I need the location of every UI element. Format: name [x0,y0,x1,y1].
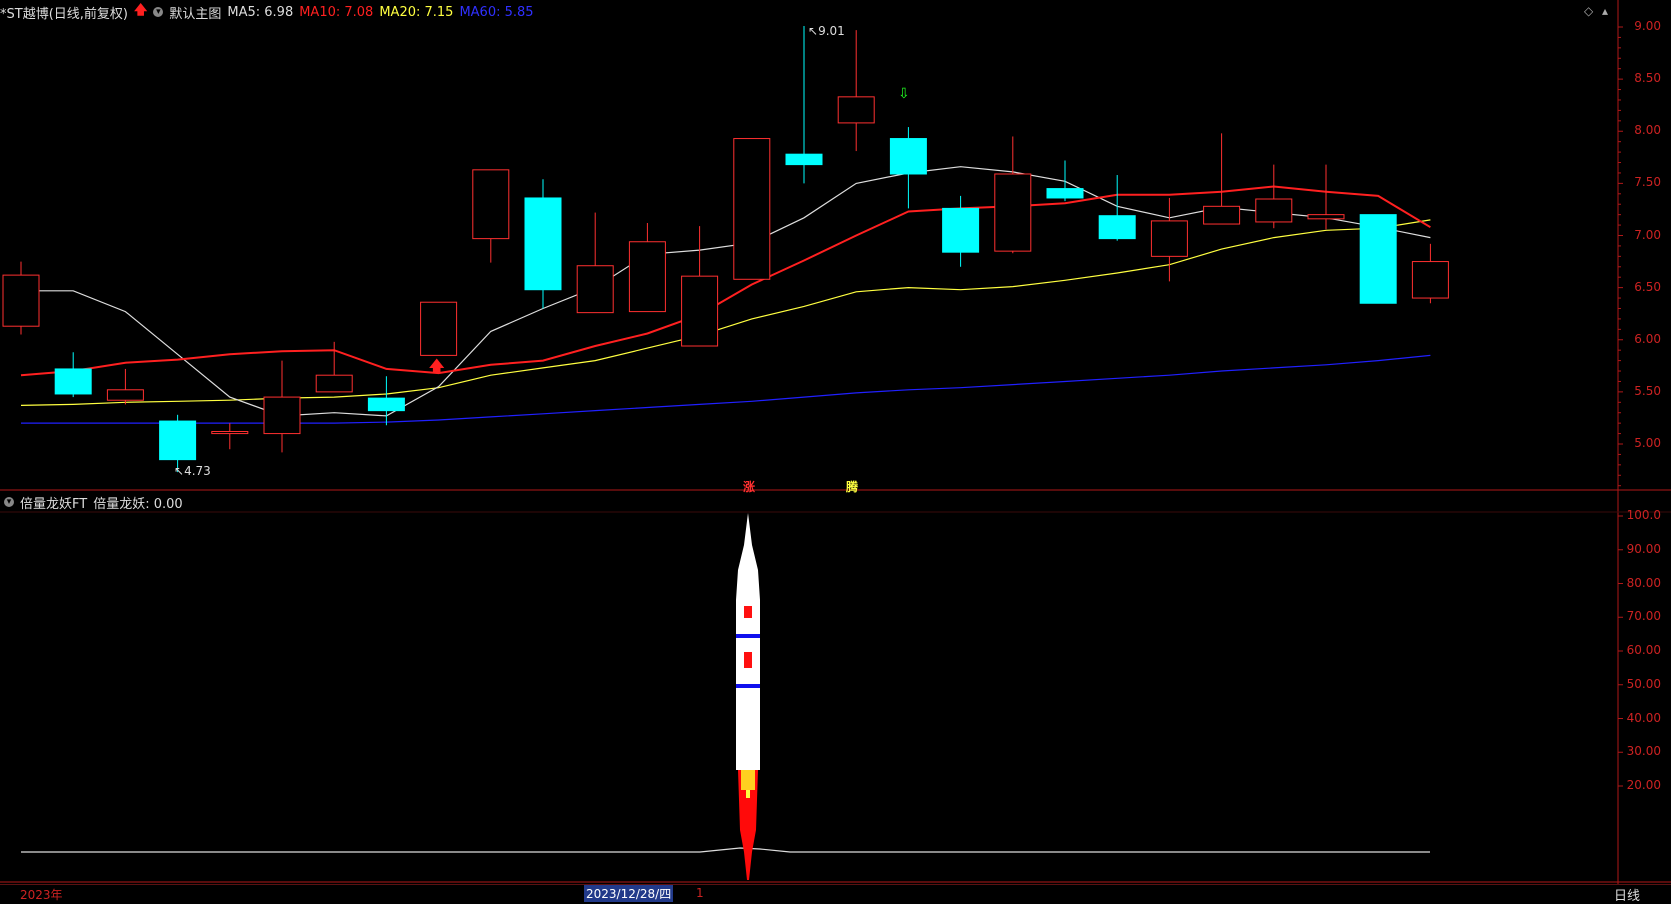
candle [942,195,980,267]
candle-body [1359,214,1397,304]
page-indicator: 1 [696,886,704,900]
candle [315,341,353,393]
price-tick-label: 6.00 [1634,331,1661,346]
rocket-band-upper [736,634,760,638]
candle [837,30,875,152]
candle-body [1098,215,1136,240]
rocket-window-upper [744,606,752,618]
candle [889,127,927,209]
candle [420,301,458,356]
indicator-baseline [21,847,1430,853]
zhang-marker: 涨 [743,480,756,494]
price-tick-label: 5.00 [1634,436,1661,450]
price-tick-label: 6.50 [1634,279,1661,294]
period-selector[interactable]: 日线 [1614,885,1640,904]
price-tick-label: 8.50 [1634,71,1661,86]
candle [367,376,405,426]
candle-body [837,96,875,124]
candle [1203,133,1241,225]
candle-body [785,153,823,166]
year-label: 2023年 [20,888,63,902]
indicator-tick-label: 80.00 [1626,575,1661,590]
candle [994,136,1032,254]
candle [1255,164,1293,229]
indicator-tick-label: 30.00 [1626,744,1661,759]
candle-body [472,169,510,240]
ma5-line [21,166,1431,417]
candle-body [1307,214,1345,220]
high-annotation: ↖9.01 [808,24,845,38]
candle-body [994,173,1032,252]
indicator-tick-label: 60.00 [1626,643,1661,657]
candle-body [733,138,771,280]
price-tick-label: 5.50 [1634,383,1661,398]
candle-body [367,397,405,412]
ma60-line [21,354,1431,424]
price-tick-label: 9.00 [1634,19,1661,33]
candle-body [2,274,40,327]
price-tick-label: 8.00 [1634,123,1661,138]
candle [1359,214,1397,304]
candle-body [1255,198,1293,223]
candle-body [889,138,927,175]
candle-body [628,241,666,313]
candle [733,138,771,280]
rocket-window-lower [744,652,752,668]
candle [472,169,510,263]
candle-body [942,207,980,253]
indicator-tick-label: 90.00 [1626,541,1661,556]
price-tick-label: 7.50 [1634,175,1661,190]
candle-body [1411,261,1449,299]
candle [576,212,614,314]
candle [681,226,719,347]
candle [628,222,666,313]
candle-body [576,265,614,314]
candle-body [420,301,458,356]
date-cursor-label: 2023/12/28/四 [584,885,674,902]
candle-body [524,197,562,291]
candle-body [211,430,249,435]
candle [1046,160,1084,202]
indicator-tick-label: 20.00 [1626,778,1661,792]
candle-body [1150,220,1188,257]
price-chart[interactable] [0,0,1671,884]
buy-up-arrow-icon: 🡅 [429,357,445,375]
candle-body [315,374,353,393]
candle [106,368,144,405]
rocket-flame-core [746,790,750,798]
price-tick-label: 7.00 [1634,227,1661,242]
sell-down-arrow-icon: ⇩ [898,86,910,102]
candle [2,261,40,335]
candle [1098,175,1136,241]
rocket-band-lower [736,684,760,688]
teng-marker: 腾 [846,480,859,494]
footer-bar: 2023年 2023/12/28/四 1 日线 [0,884,1671,904]
candle-body [681,275,719,347]
candle-body [54,368,92,395]
low-annotation: ↖4.73 [174,464,211,478]
indicator-tick-label: 100.0 [1626,508,1661,522]
candle [785,25,823,184]
candle [1150,197,1188,282]
ma20-line [20,219,1431,406]
candle-body [1203,205,1241,225]
indicator-tick-label: 70.00 [1626,609,1661,624]
candle-body [106,389,144,401]
candle [211,423,249,450]
indicator-tick-label: 40.00 [1626,710,1661,725]
candle-body [159,420,197,461]
candle [524,179,562,309]
rocket-flame [741,770,755,790]
candle-body [1046,188,1084,199]
candle [1411,243,1449,304]
candle [54,352,92,398]
candle [263,360,301,453]
indicator-tick-label: 50.00 [1626,676,1661,691]
rocket-body [736,513,760,770]
candle-body [263,396,301,435]
